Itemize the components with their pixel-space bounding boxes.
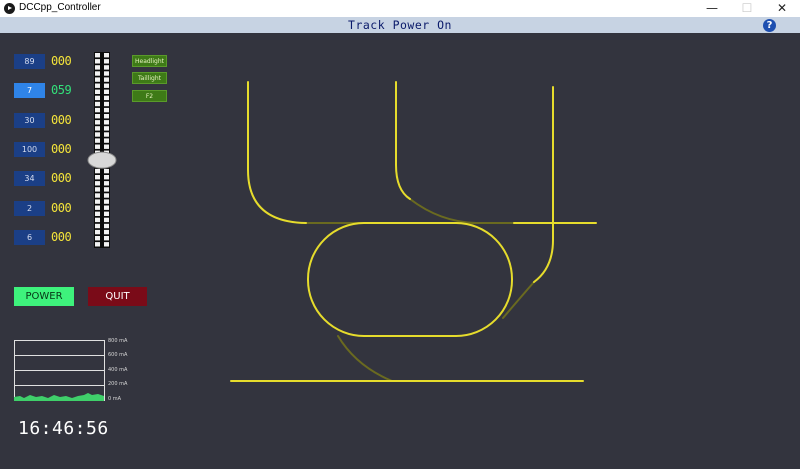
track-segment-middle-spur[interactable] [395, 81, 411, 200]
track-turnout-bottom[interactable] [337, 335, 393, 382]
track-layout [230, 81, 597, 382]
track-turnout-middle[interactable] [409, 198, 477, 224]
track-segment-left-spur[interactable] [247, 81, 307, 224]
track-oval-loop[interactable] [307, 222, 513, 337]
track-segment-right-spur[interactable] [533, 86, 554, 283]
